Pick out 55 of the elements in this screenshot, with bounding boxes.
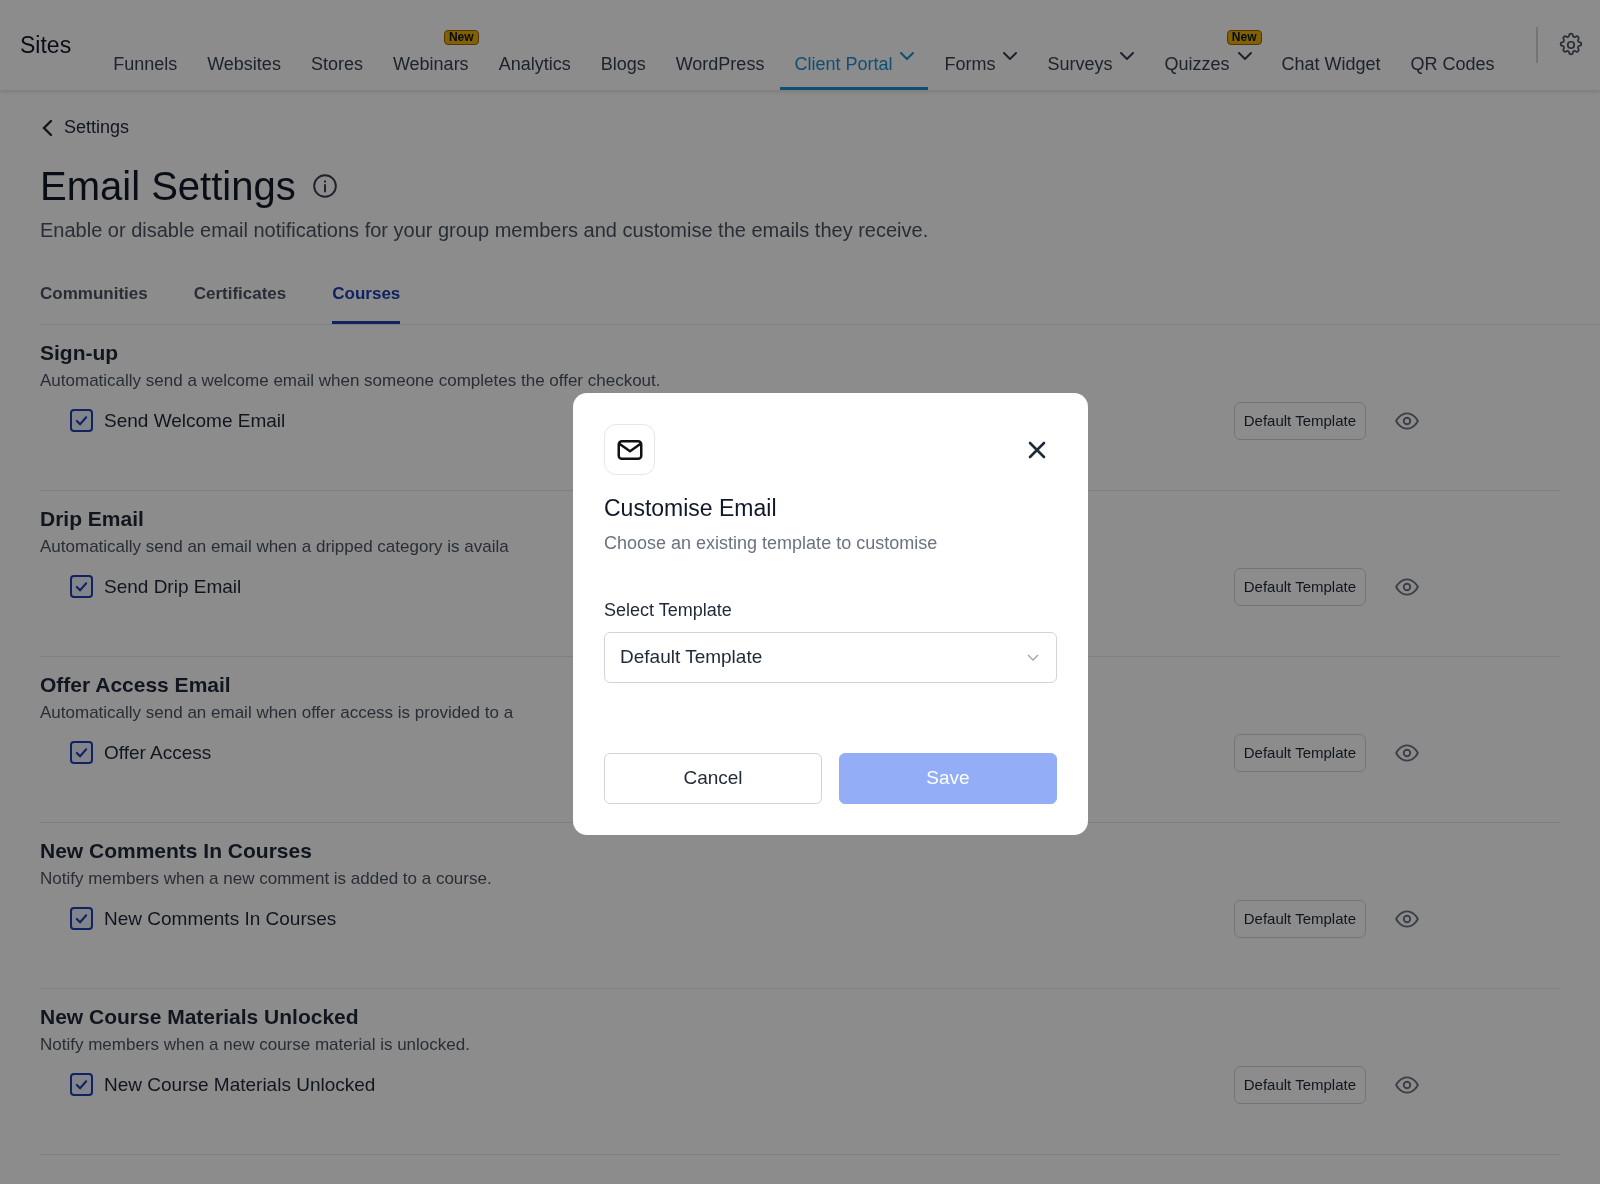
nav-tab[interactable]: Analytics <box>484 50 585 90</box>
template-button[interactable]: Default Template <box>1233 1065 1366 1104</box>
nav-tab[interactable]: Funnels <box>99 50 192 90</box>
checkbox[interactable] <box>70 907 93 931</box>
dialog-title: Customise Email <box>604 494 777 523</box>
template-button[interactable]: Default Template <box>1233 899 1366 938</box>
field-label: Select Template <box>604 598 733 622</box>
nav-tab[interactable]: Stores <box>296 50 377 90</box>
template-select[interactable]: Default Template <box>604 631 1057 683</box>
section-description: Notify members when a new course material is unlocked. <box>40 1034 470 1056</box>
template-button[interactable]: Default Template <box>1233 567 1366 606</box>
checkbox[interactable] <box>70 1073 93 1097</box>
tab[interactable]: Communities <box>40 281 148 324</box>
section-description: Automatically send an email when offer access is provided to a <box>40 702 514 724</box>
dialog-subtitle: Choose an existing template to customise <box>604 531 939 555</box>
nav-tab[interactable]: Webinars <box>378 50 483 90</box>
section-title: Sign-up <box>40 339 119 366</box>
page-title: Email Settings <box>40 163 296 210</box>
brand-title: Sites <box>20 30 72 60</box>
nav-tab[interactable]: Chat Widget <box>1267 50 1395 90</box>
new-badge: New <box>1226 30 1262 45</box>
section-title: Offer Access Email <box>40 671 231 698</box>
nav-tab[interactable]: Websites <box>193 50 295 90</box>
tab[interactable]: Certificates <box>193 281 287 324</box>
checkbox-label: New Course Materials Unlocked <box>104 1072 376 1097</box>
tab[interactable]: Courses <box>332 281 401 324</box>
settings-icon[interactable] <box>1558 32 1584 58</box>
info-icon[interactable] <box>311 173 338 199</box>
nav-tab[interactable]: Client Portal <box>780 50 929 90</box>
checkbox[interactable] <box>70 741 93 765</box>
close-icon[interactable] <box>1027 440 1047 460</box>
nav-tab[interactable]: Surveys <box>1033 50 1149 90</box>
nav-tab[interactable]: Blogs <box>586 50 660 90</box>
checkbox-label: Send Welcome Email <box>104 408 286 433</box>
new-badge: New <box>443 30 479 45</box>
page-description: Enable or disable email notifications for your group members and customise the emails they receive. <box>40 218 930 243</box>
template-button[interactable]: Default Template <box>1233 401 1366 440</box>
nav-tab[interactable]: QR Codes <box>1396 50 1509 90</box>
section-description: Automatically send a welcome email when someone completes the offer checkout. <box>40 370 661 392</box>
nav-tab[interactable]: WordPress <box>661 50 779 90</box>
checkbox[interactable] <box>70 575 93 599</box>
section-title: New Comments In Courses <box>40 837 312 864</box>
section-description: Automatically send an email when a dripped category is availa <box>40 536 509 558</box>
checkbox-label: New Comments In Courses <box>104 906 337 931</box>
back-link[interactable]: Settings <box>40 114 130 141</box>
checkbox-label: Send Drip Email <box>104 574 242 599</box>
section-description: Notify members when a new comment is added to a course. <box>40 868 492 890</box>
cancel-button[interactable]: Cancel <box>604 752 822 804</box>
section-title: New Course Materials Unlocked <box>40 1003 359 1030</box>
nav-tab[interactable]: Forms <box>930 50 1032 90</box>
checkbox-label: Offer Access <box>104 740 212 765</box>
section-title: Drip Email <box>40 505 144 532</box>
nav-tab[interactable]: Quizzes <box>1150 50 1266 90</box>
template-button[interactable]: Default Template <box>1233 733 1366 772</box>
checkbox[interactable] <box>70 409 93 433</box>
